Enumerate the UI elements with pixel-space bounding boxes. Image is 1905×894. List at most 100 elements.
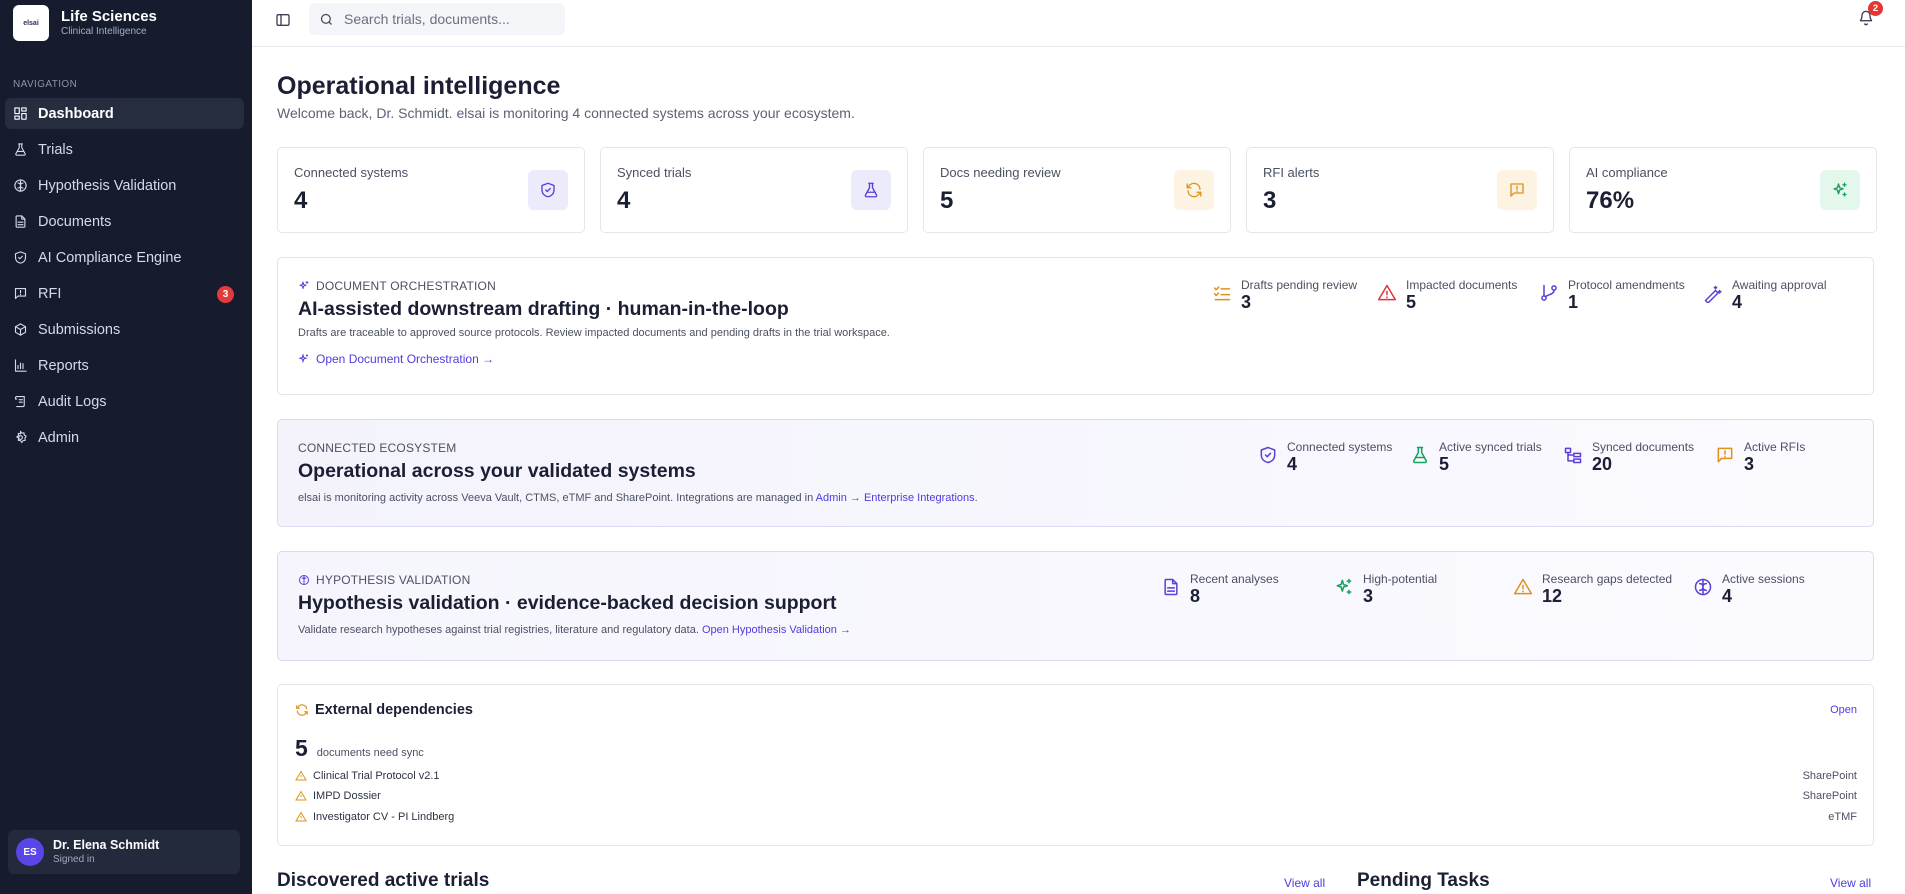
sidebar-item-submissions[interactable]: Submissions bbox=[5, 314, 244, 345]
sidebar-item-hypothesis-validation[interactable]: Hypothesis Validation bbox=[5, 170, 244, 201]
panel-description: elsai is monitoring activity across Veev… bbox=[298, 492, 978, 504]
panel-eyebrow-label: HYPOTHESIS VALIDATION bbox=[316, 573, 471, 587]
panel-description: Validate research hypotheses against tri… bbox=[298, 624, 851, 636]
bar-chart-icon bbox=[14, 359, 27, 372]
metric-value: 4 bbox=[1722, 586, 1733, 606]
panel-eyebrow: HYPOTHESIS VALIDATION bbox=[298, 573, 470, 587]
message-alert-icon bbox=[1497, 170, 1537, 210]
metric-active-rfis: Active RFIs 3 bbox=[1715, 440, 1805, 474]
sidebar-item-documents[interactable]: Documents bbox=[5, 206, 244, 237]
sidebar-item-dashboard[interactable]: Dashboard bbox=[5, 98, 244, 129]
tasks-view-all-link[interactable]: View all bbox=[1830, 876, 1871, 890]
dependency-source: SharePoint bbox=[1802, 789, 1857, 802]
nav-section-label: NAVIGATION bbox=[13, 79, 78, 90]
sparkles-icon bbox=[1820, 170, 1860, 210]
stat-value: 5 bbox=[940, 187, 954, 214]
stat-label: Connected systems bbox=[294, 165, 409, 180]
search-input[interactable] bbox=[344, 11, 544, 27]
sidebar-item-label: Hypothesis Validation bbox=[38, 177, 177, 194]
sidebar-item-admin[interactable]: Admin bbox=[5, 422, 244, 453]
sparkles-icon bbox=[298, 353, 308, 364]
alert-triangle-icon bbox=[295, 790, 307, 800]
topbar: 2 bbox=[252, 0, 1905, 47]
hypothesis-validation-panel: HYPOTHESIS VALIDATION Hypothesis validat… bbox=[277, 551, 1874, 661]
panel-eyebrow: DOCUMENT ORCHESTRATION bbox=[298, 279, 496, 293]
brain-icon bbox=[299, 575, 309, 585]
stat-value: 3 bbox=[1263, 187, 1277, 214]
git-branch-icon bbox=[1541, 284, 1557, 301]
metric-label: Connected systems bbox=[1287, 440, 1393, 454]
sidebar-item-label: Dashboard bbox=[38, 105, 114, 122]
metric-value: 5 bbox=[1406, 292, 1417, 312]
magic-wand-icon bbox=[1704, 285, 1722, 303]
discovered-active-trials-title: Discovered active trials bbox=[277, 870, 490, 891]
metric-recent-analyses: Recent analyses 8 bbox=[1161, 572, 1279, 606]
sidebar-item-rfi[interactable]: RFI 3 bbox=[5, 278, 244, 309]
avatar: ES bbox=[16, 838, 44, 866]
panel-title: Operational across your validated system… bbox=[298, 460, 696, 482]
user-profile[interactable]: ES Dr. Elena Schmidt Signed in bbox=[8, 830, 240, 874]
metric-label: Awaiting approval bbox=[1732, 278, 1827, 292]
dependency-row[interactable]: Clinical Trial Protocol v2.1 SharePoint bbox=[295, 767, 1857, 784]
sidebar-item-reports[interactable]: Reports bbox=[5, 350, 244, 381]
sync-count: 5 documents need sync bbox=[295, 735, 424, 762]
brain-icon bbox=[14, 179, 27, 192]
open-document-orchestration-link[interactable]: Open Document Orchestration → bbox=[298, 352, 494, 366]
sidebar-item-label: Trials bbox=[38, 141, 73, 158]
sidebar-item-label: Documents bbox=[38, 213, 112, 230]
metric-awaiting-approval: Awaiting approval 4 bbox=[1703, 278, 1827, 312]
sidebar-item-audit-logs[interactable]: Audit Logs bbox=[5, 386, 244, 417]
search-bar[interactable] bbox=[309, 3, 565, 35]
flask-icon bbox=[15, 143, 26, 156]
shield-check-icon bbox=[1260, 446, 1276, 464]
metric-connected-systems: Connected systems 4 bbox=[1258, 440, 1392, 474]
panel-eyebrow: CONNECTED ECOSYSTEM bbox=[298, 441, 457, 455]
refresh-icon bbox=[1174, 170, 1214, 210]
stat-card-docs-needing-review[interactable]: Docs needing review 5 bbox=[923, 147, 1231, 233]
sidebar-item-label: Audit Logs bbox=[38, 393, 107, 410]
metric-value: 12 bbox=[1542, 586, 1563, 606]
refresh-icon bbox=[296, 704, 308, 716]
metric-value: 4 bbox=[1732, 292, 1743, 312]
stat-card-ai-compliance[interactable]: AI compliance 76% bbox=[1569, 147, 1877, 233]
sidebar-item-trials[interactable]: Trials bbox=[5, 134, 244, 165]
metric-value: 4 bbox=[1287, 454, 1298, 474]
user-status: Signed in bbox=[53, 853, 95, 865]
user-name: Dr. Elena Schmidt bbox=[53, 837, 160, 852]
dependency-row[interactable]: Investigator CV - PI Lindberg eTMF bbox=[295, 808, 1857, 825]
sidebar: elsai Life Sciences Clinical Intelligenc… bbox=[0, 0, 252, 894]
shield-icon bbox=[14, 251, 27, 264]
metric-label: Active sessions bbox=[1722, 572, 1805, 586]
external-dependencies-open-link[interactable]: Open bbox=[1830, 704, 1857, 716]
metric-label: Recent analyses bbox=[1190, 572, 1279, 586]
scroll-icon bbox=[14, 395, 25, 408]
dashboard-icon bbox=[14, 107, 27, 120]
flask-icon bbox=[1412, 446, 1428, 464]
page-subtitle: Welcome back, Dr. Schmidt. elsai is moni… bbox=[277, 105, 855, 121]
brand-subtitle: Clinical Intelligence bbox=[61, 25, 147, 37]
sidebar-item-ai-compliance-engine[interactable]: AI Compliance Engine bbox=[5, 242, 244, 273]
stat-value: 4 bbox=[294, 187, 308, 214]
sync-count-label: documents need sync bbox=[316, 747, 424, 759]
metric-label: Research gaps detected bbox=[1542, 572, 1673, 586]
sidebar-item-label: Reports bbox=[38, 357, 89, 374]
trials-view-all-link[interactable]: View all bbox=[1284, 876, 1325, 890]
stat-card-connected-systems[interactable]: Connected systems 4 bbox=[277, 147, 585, 233]
open-hypothesis-validation-link[interactable]: Open Hypothesis Validation → bbox=[702, 624, 851, 636]
message-icon bbox=[14, 287, 27, 300]
sync-count-value: 5 bbox=[295, 735, 308, 761]
brand[interactable]: elsai Life Sciences Clinical Intelligenc… bbox=[0, 0, 252, 46]
document-icon bbox=[15, 215, 26, 228]
sidebar-item-label: Submissions bbox=[38, 321, 121, 338]
sparkles-icon bbox=[299, 281, 309, 289]
sidebar-toggle-icon[interactable] bbox=[275, 12, 291, 28]
stat-label: AI compliance bbox=[1586, 165, 1668, 180]
enterprise-integrations-link[interactable]: Admin → Enterprise Integrations bbox=[816, 492, 975, 504]
stat-card-synced-trials[interactable]: Synced trials 4 bbox=[600, 147, 908, 233]
dependency-name: Investigator CV - PI Lindberg bbox=[313, 810, 455, 823]
stat-card-rfi-alerts[interactable]: RFI alerts 3 bbox=[1246, 147, 1554, 233]
dependency-row[interactable]: IMPD Dossier SharePoint bbox=[295, 787, 1857, 804]
notifications-button[interactable]: 2 bbox=[1858, 1, 1883, 26]
description-text: Validate research hypotheses against tri… bbox=[298, 624, 702, 636]
metric-label: High-potential bbox=[1363, 572, 1438, 586]
